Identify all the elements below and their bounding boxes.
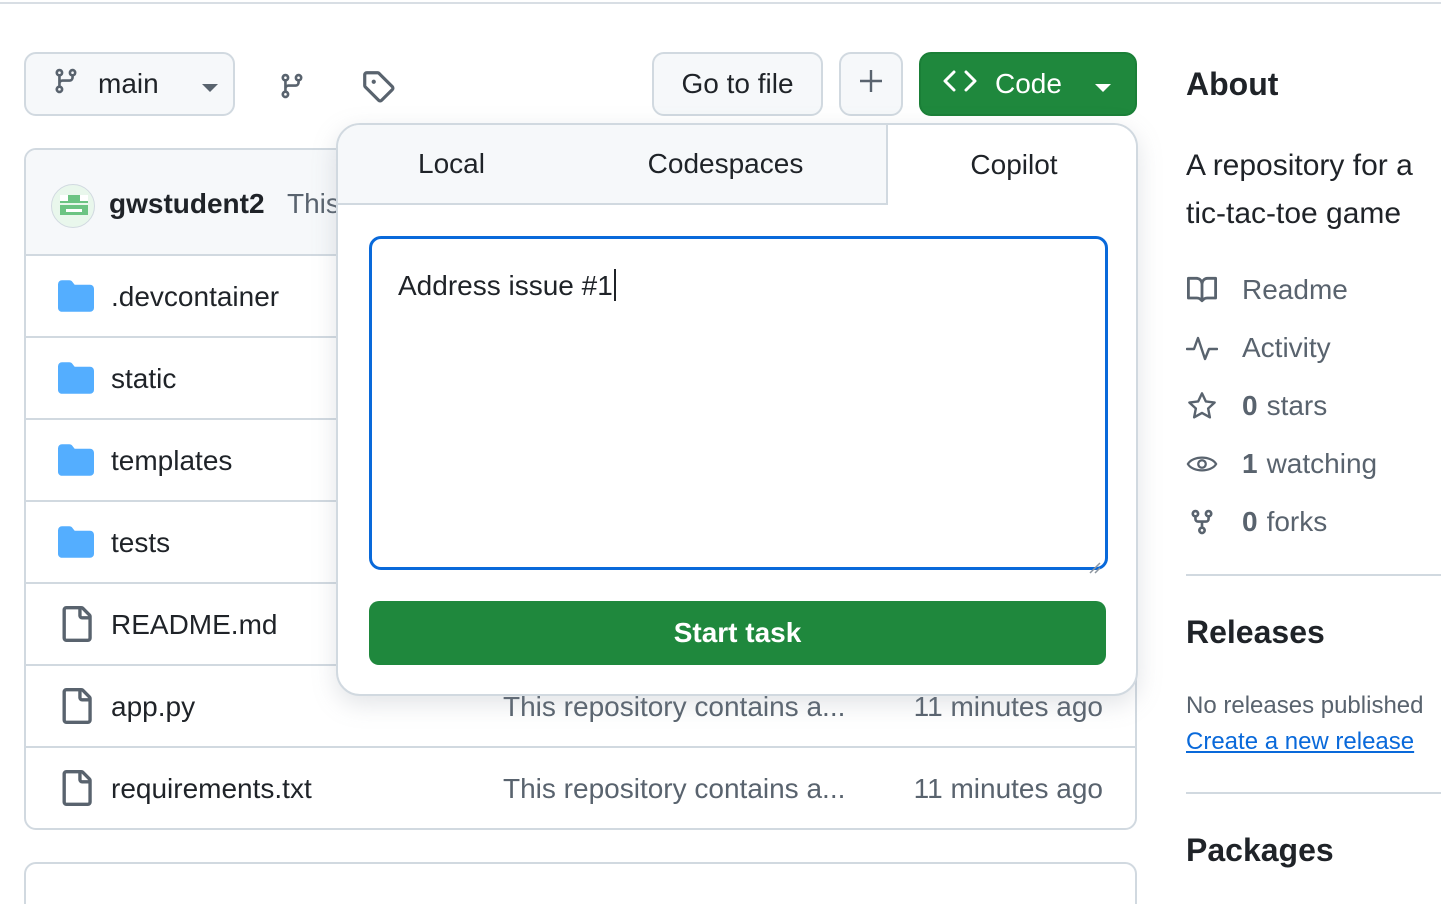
watchers-link[interactable]: 1 watching — [1186, 444, 1377, 484]
file-name[interactable]: README.md — [111, 609, 277, 641]
file-icon — [58, 606, 94, 642]
commit-message[interactable]: This — [287, 188, 340, 220]
branches-icon[interactable] — [272, 66, 312, 106]
git-branch-icon — [52, 65, 80, 104]
code-popover: Local Codespaces Copilot Address issue #… — [336, 123, 1138, 696]
file-commit-message[interactable]: This repository contains a... — [503, 773, 845, 805]
readme-label: Readme — [1242, 274, 1348, 305]
tag-icon[interactable] — [358, 66, 398, 106]
releases-heading[interactable]: Releases — [1186, 614, 1325, 651]
forks-count: 0 — [1242, 506, 1258, 537]
code-button[interactable]: Code — [919, 52, 1137, 116]
file-commit-time: 11 minutes ago — [913, 773, 1103, 804]
task-input-value: Address issue #1 — [398, 270, 613, 301]
stars-count: 0 — [1242, 390, 1258, 421]
about-sidebar: About A repository for a tic-tac-toe gam… — [1186, 0, 1441, 904]
file-name[interactable]: templates — [111, 445, 232, 477]
tab-codespaces[interactable]: Codespaces — [565, 125, 886, 205]
star-icon — [1186, 390, 1218, 422]
packages-heading[interactable]: Packages — [1186, 832, 1334, 869]
file-icon — [58, 770, 94, 806]
about-heading: About — [1186, 66, 1279, 102]
tab-copilot[interactable]: Copilot — [886, 125, 1136, 205]
create-release-link[interactable]: Create a new release — [1186, 728, 1414, 756]
sidebar-divider — [1186, 574, 1441, 576]
repo-description: A repository for a tic-tac-toe game — [1186, 142, 1441, 238]
eye-icon — [1186, 448, 1218, 480]
watching-label: watching — [1266, 448, 1378, 479]
file-name[interactable]: static — [111, 363, 176, 395]
copilot-task-input[interactable]: Address issue #1 — [369, 236, 1108, 574]
resize-handle-icon[interactable] — [1087, 549, 1101, 574]
repo-description-line: A repository for a — [1186, 149, 1413, 182]
file-name[interactable]: tests — [111, 527, 170, 559]
code-button-label: Code — [995, 68, 1062, 99]
repo-forked-icon — [1186, 506, 1218, 538]
commit-author[interactable]: gwstudent2 — [109, 188, 265, 220]
tab-local[interactable]: Local — [338, 125, 565, 205]
branch-label: main — [98, 68, 159, 99]
book-icon — [1186, 274, 1218, 306]
go-to-file-button[interactable]: Go to file — [652, 52, 823, 116]
table-row[interactable]: requirements.txt This repository contain… — [26, 748, 1135, 828]
caret-down-icon — [201, 68, 219, 100]
readme-panel — [24, 862, 1137, 904]
add-file-button[interactable] — [839, 52, 903, 116]
no-releases-text: No releases published — [1186, 692, 1424, 719]
file-icon — [58, 688, 94, 724]
activity-label: Activity — [1242, 332, 1331, 363]
watching-count: 1 — [1242, 448, 1258, 479]
forks-label: forks — [1266, 506, 1328, 537]
text-cursor — [613, 269, 616, 301]
pulse-icon — [1186, 332, 1218, 364]
stars-label: stars — [1266, 390, 1328, 421]
caret-down-icon — [1094, 68, 1112, 100]
folder-icon — [58, 278, 94, 314]
folder-icon — [58, 442, 94, 478]
repo-description-line: tic-tac-toe game — [1186, 197, 1402, 230]
file-name[interactable]: requirements.txt — [111, 773, 312, 805]
sidebar-divider — [1186, 792, 1441, 794]
popover-tabs: Local Codespaces Copilot — [338, 125, 1136, 205]
file-name[interactable]: .devcontainer — [111, 281, 279, 313]
plus-icon — [859, 68, 883, 100]
file-name[interactable]: app.py — [111, 691, 195, 723]
forks-link[interactable]: 0 forks — [1186, 502, 1327, 542]
stars-link[interactable]: 0 stars — [1186, 386, 1327, 426]
avatar[interactable] — [51, 184, 95, 228]
activity-link[interactable]: Activity — [1186, 328, 1331, 368]
start-task-button[interactable]: Start task — [369, 601, 1106, 665]
folder-icon — [58, 360, 94, 396]
code-icon — [943, 68, 977, 100]
folder-icon — [58, 524, 94, 560]
branch-select-button[interactable]: main — [24, 52, 235, 116]
readme-link[interactable]: Readme — [1186, 270, 1348, 310]
